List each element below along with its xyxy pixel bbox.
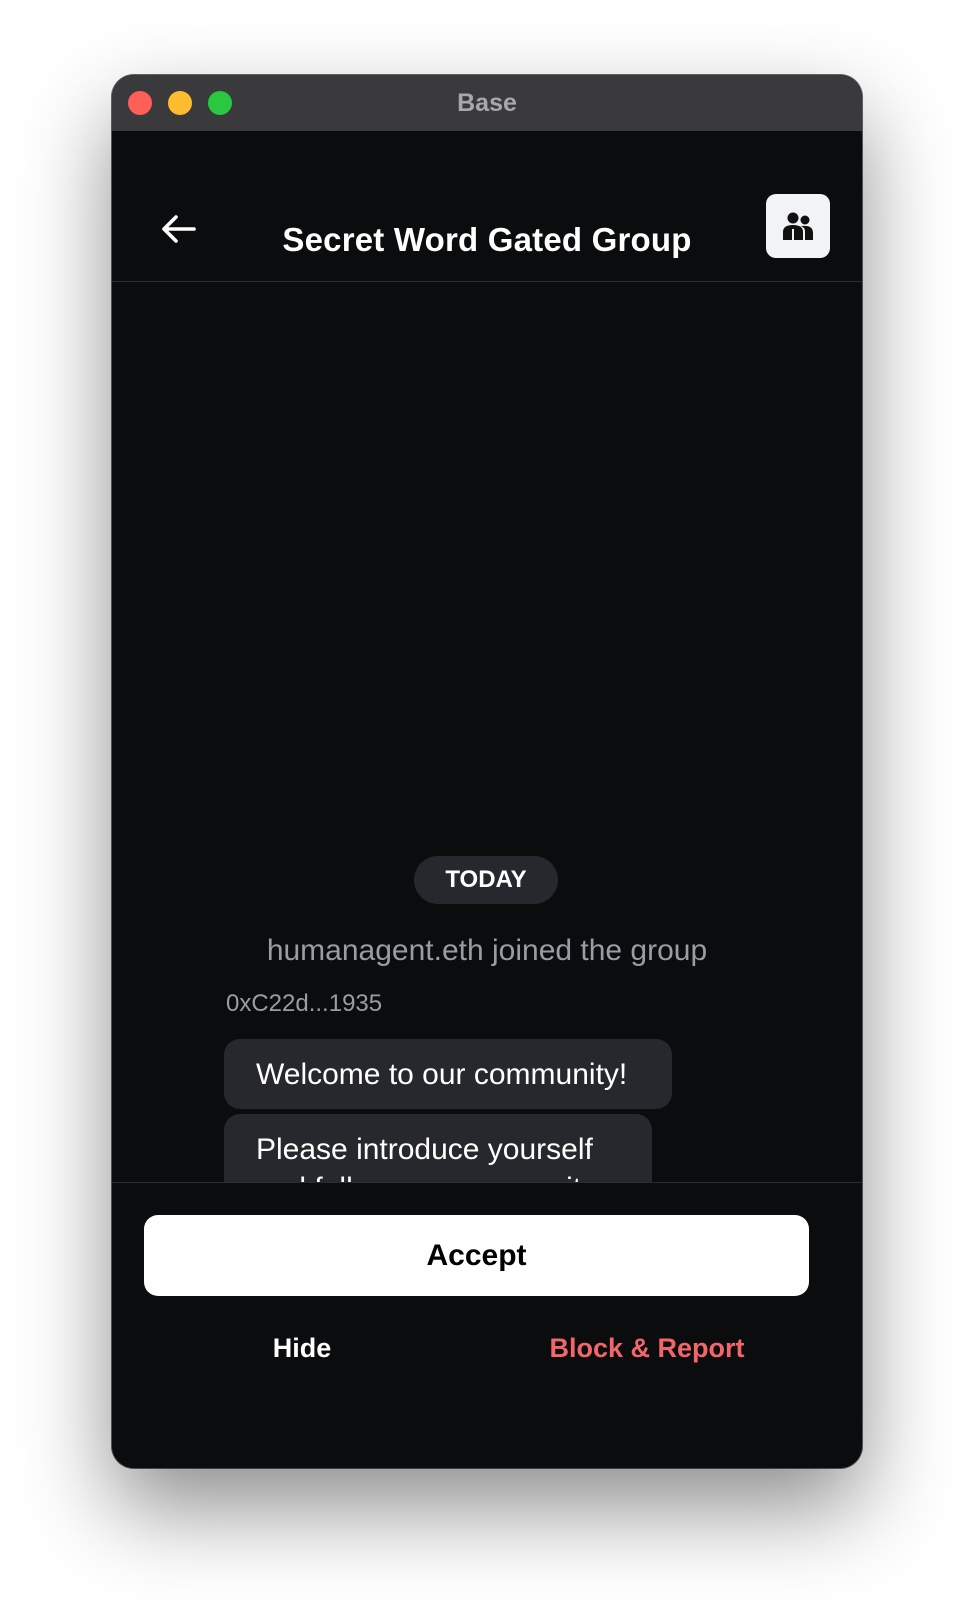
request-actions: Accept Hide Block & Report <box>112 1182 862 1468</box>
conversation-title: Secret Word Gated Group <box>282 221 692 258</box>
members-button[interactable] <box>766 194 830 258</box>
accept-button[interactable]: Accept <box>144 1215 809 1296</box>
message-bubble[interactable]: Welcome to our community! <box>224 1039 672 1109</box>
hide-button[interactable]: Hide <box>242 1333 362 1364</box>
block-report-button[interactable]: Block & Report <box>542 1333 752 1364</box>
close-window-button[interactable] <box>128 91 152 115</box>
minimize-window-button[interactable] <box>168 91 192 115</box>
sender-address: 0xC22d...1935 <box>226 990 383 1017</box>
message-text: Welcome to our community! <box>256 1057 628 1091</box>
date-divider: TODAY <box>414 856 558 904</box>
message-list[interactable]: TODAY humanagent.eth joined the group 0x… <box>112 282 862 1294</box>
conversation-header: Secret Word Gated Group <box>112 131 862 282</box>
people-icon <box>783 212 813 240</box>
zoom-window-button[interactable] <box>208 91 232 115</box>
title-bar: Base <box>112 75 862 131</box>
window-title: Base <box>457 88 517 117</box>
system-message: humanagent.eth joined the group <box>266 934 708 967</box>
app-window: Base Secret Word Gated Group TODAY human… <box>112 75 862 1468</box>
